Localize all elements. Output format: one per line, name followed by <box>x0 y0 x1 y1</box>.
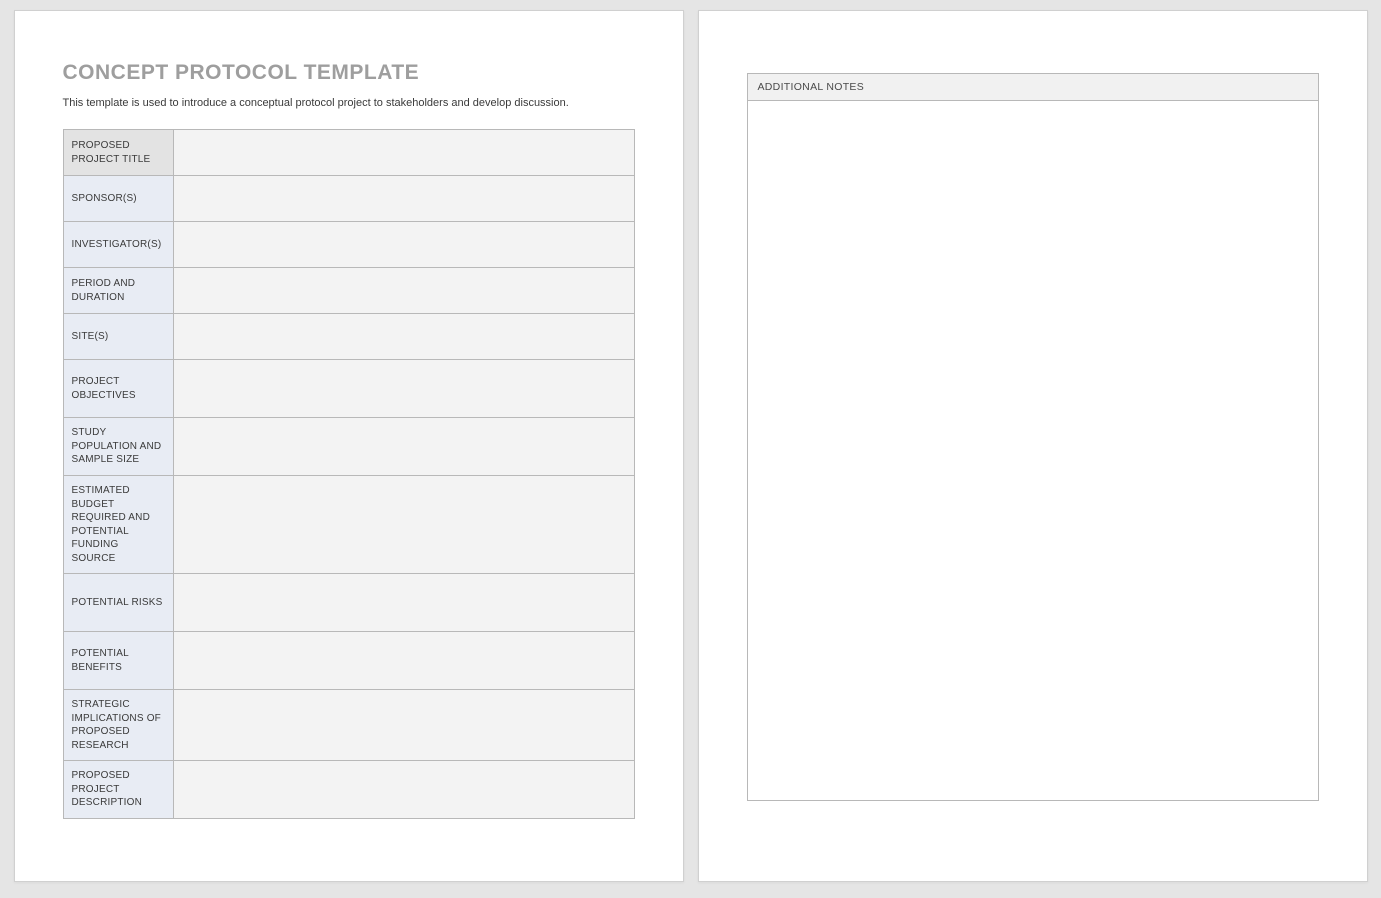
field-input-estimated-budget[interactable] <box>173 476 634 574</box>
page-1: CONCEPT PROTOCOL TEMPLATE This template … <box>14 10 684 882</box>
field-label: POTENTIAL BENEFITS <box>63 632 173 690</box>
field-label: PERIOD AND DURATION <box>63 268 173 314</box>
field-label: STRATEGIC IMPLICATIONS OF PROPOSED RESEA… <box>63 690 173 761</box>
page-subtitle: This template is used to introduce a con… <box>63 97 635 109</box>
table-row <box>747 101 1318 801</box>
table-row: SITE(S) <box>63 314 634 360</box>
field-label: INVESTIGATOR(S) <box>63 222 173 268</box>
field-input-sites[interactable] <box>173 314 634 360</box>
table-row: SPONSOR(S) <box>63 176 634 222</box>
field-input-period-duration[interactable] <box>173 268 634 314</box>
field-label: POTENTIAL RISKS <box>63 574 173 632</box>
table-row: PROPOSED PROJECT DESCRIPTION <box>63 761 634 819</box>
field-label: PROPOSED PROJECT TITLE <box>63 130 173 176</box>
page-2: ADDITIONAL NOTES <box>698 10 1368 882</box>
table-row: PERIOD AND DURATION <box>63 268 634 314</box>
field-label: SPONSOR(S) <box>63 176 173 222</box>
table-row: PROJECT OBJECTIVES <box>63 360 634 418</box>
field-input-sponsors[interactable] <box>173 176 634 222</box>
field-input-proposed-project-description[interactable] <box>173 761 634 819</box>
field-input-project-objectives[interactable] <box>173 360 634 418</box>
protocol-form-table: PROPOSED PROJECT TITLE SPONSOR(S) INVEST… <box>63 129 635 819</box>
field-input-strategic-implications[interactable] <box>173 690 634 761</box>
field-label: SITE(S) <box>63 314 173 360</box>
page-title: CONCEPT PROTOCOL TEMPLATE <box>63 61 635 85</box>
notes-header: ADDITIONAL NOTES <box>747 74 1318 101</box>
field-label: STUDY POPULATION AND SAMPLE SIZE <box>63 418 173 476</box>
field-input-potential-benefits[interactable] <box>173 632 634 690</box>
additional-notes-table: ADDITIONAL NOTES <box>747 73 1319 801</box>
table-row: ADDITIONAL NOTES <box>747 74 1318 101</box>
field-input-study-population[interactable] <box>173 418 634 476</box>
table-row: PROPOSED PROJECT TITLE <box>63 130 634 176</box>
field-label: ESTIMATED BUDGET REQUIRED AND POTENTIAL … <box>63 476 173 574</box>
notes-input[interactable] <box>747 101 1318 801</box>
field-input-proposed-project-title[interactable] <box>173 130 634 176</box>
table-row: ESTIMATED BUDGET REQUIRED AND POTENTIAL … <box>63 476 634 574</box>
field-label: PROPOSED PROJECT DESCRIPTION <box>63 761 173 819</box>
table-row: POTENTIAL RISKS <box>63 574 634 632</box>
table-row: STUDY POPULATION AND SAMPLE SIZE <box>63 418 634 476</box>
field-input-potential-risks[interactable] <box>173 574 634 632</box>
table-row: POTENTIAL BENEFITS <box>63 632 634 690</box>
table-row: INVESTIGATOR(S) <box>63 222 634 268</box>
field-input-investigators[interactable] <box>173 222 634 268</box>
table-row: STRATEGIC IMPLICATIONS OF PROPOSED RESEA… <box>63 690 634 761</box>
field-label: PROJECT OBJECTIVES <box>63 360 173 418</box>
